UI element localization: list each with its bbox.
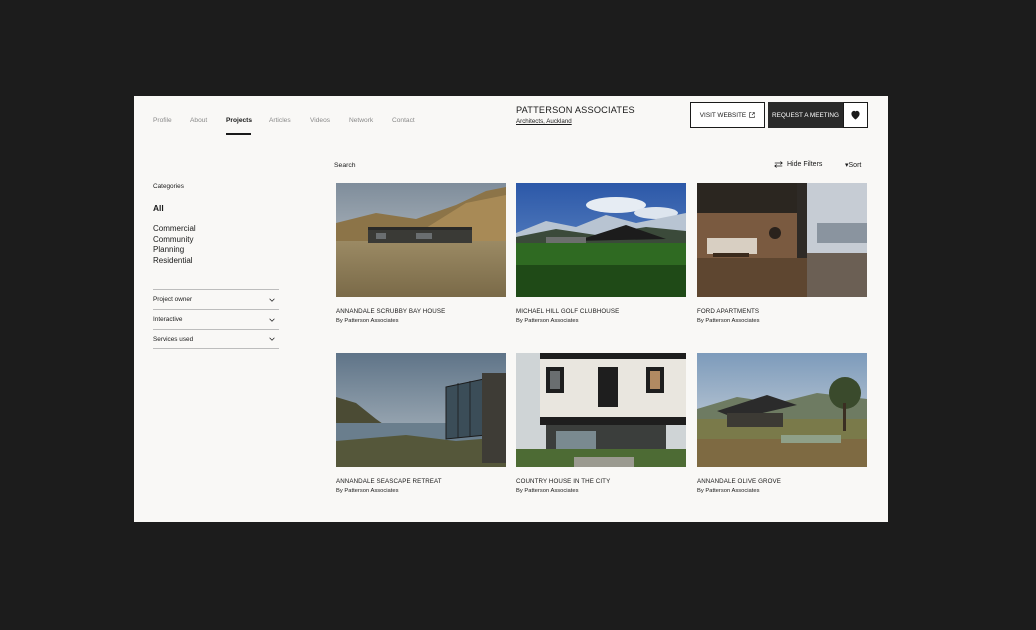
category-residential[interactable]: Residential <box>153 256 196 267</box>
category-community[interactable]: Community <box>153 235 196 246</box>
filter-interactive[interactable]: Interactive <box>153 309 279 329</box>
visit-website-label: VISIT WEBSITE <box>699 111 747 119</box>
favourite-button[interactable] <box>843 102 868 128</box>
project-card[interactable]: ANNANDALE SEASCAPE RETREAT By Patterson … <box>336 353 506 494</box>
nav-projects[interactable]: Projects <box>226 117 252 124</box>
filter-services-used[interactable]: Services used <box>153 329 279 349</box>
project-author: By Patterson Associates <box>336 488 399 494</box>
hide-filters-button[interactable]: Hide Filters <box>774 161 822 168</box>
project-image <box>336 183 506 297</box>
chevron-down-icon <box>269 337 275 341</box>
project-image <box>697 183 867 297</box>
category-list: Commercial Community Planning Residentia… <box>153 224 196 266</box>
filter-label: Interactive <box>153 316 183 323</box>
hide-filters-label: Hide Filters <box>787 161 823 168</box>
project-card[interactable]: COUNTRY HOUSE IN THE CITY By Patterson A… <box>516 353 686 494</box>
project-card[interactable]: ANNANDALE SCRUBBY BAY HOUSE By Patterson… <box>336 183 506 324</box>
categories-heading: Categories <box>153 183 184 190</box>
project-image <box>336 353 506 467</box>
project-title: MICHAEL HILL GOLF CLUBHOUSE <box>516 308 620 315</box>
chevron-down-icon <box>269 298 275 302</box>
category-all[interactable]: All <box>153 203 164 213</box>
nav-profile[interactable]: Profile <box>153 117 172 124</box>
heart-icon <box>851 110 860 120</box>
external-link-icon <box>749 112 755 118</box>
category-commercial[interactable]: Commercial <box>153 224 196 235</box>
profile-page: Profile About Projects Articles Videos N… <box>134 96 888 522</box>
project-image <box>516 183 686 297</box>
project-image <box>697 353 867 467</box>
brand-name: PATTERSON ASSOCIATES <box>516 105 635 115</box>
nav-about[interactable]: About <box>190 117 207 124</box>
category-planning[interactable]: Planning <box>153 245 196 256</box>
swap-arrows-icon <box>774 161 783 168</box>
project-title: ANNANDALE SEASCAPE RETREAT <box>336 478 442 485</box>
project-title: ANNANDALE OLIVE GROVE <box>697 478 781 485</box>
project-card[interactable]: ANNANDALE OLIVE GROVE By Patterson Assoc… <box>697 353 867 494</box>
brand-block: PATTERSON ASSOCIATES Architects, Aucklan… <box>516 105 635 125</box>
search-field[interactable]: Search <box>334 162 356 169</box>
filter-label: Project owner <box>153 296 193 303</box>
project-title: COUNTRY HOUSE IN THE CITY <box>516 478 611 485</box>
project-author: By Patterson Associates <box>697 488 760 494</box>
nav-network[interactable]: Network <box>349 117 373 124</box>
project-author: By Patterson Associates <box>516 488 579 494</box>
nav-videos[interactable]: Videos <box>310 117 330 124</box>
filter-label: Services used <box>153 335 194 343</box>
project-card[interactable]: MICHAEL HILL GOLF CLUBHOUSE By Patterson… <box>516 183 686 324</box>
filter-project-owner[interactable]: Project owner <box>153 289 279 309</box>
project-image <box>516 353 686 467</box>
request-meeting-button[interactable]: REQUEST A MEETING <box>768 102 843 128</box>
chevron-down-icon <box>269 318 275 322</box>
project-title: FORD APARTMENTS <box>697 308 760 315</box>
filter-accordion: Project owner Interactive Services used <box>153 289 279 349</box>
project-card[interactable]: FORD APARTMENTS By Patterson Associates <box>697 183 867 324</box>
nav-articles[interactable]: Articles <box>269 117 291 124</box>
brand-location-link[interactable]: Architects, Auckland <box>516 118 635 125</box>
project-author: By Patterson Associates <box>336 318 399 324</box>
sort-button[interactable]: ▾Sort <box>845 161 861 169</box>
project-author: By Patterson Associates <box>697 318 760 324</box>
visit-website-button[interactable]: VISIT WEBSITE <box>690 102 765 128</box>
project-title: ANNANDALE SCRUBBY BAY HOUSE <box>336 308 446 315</box>
project-author: By Patterson Associates <box>516 318 579 324</box>
nav-active-indicator <box>226 133 251 135</box>
nav-contact[interactable]: Contact <box>392 117 415 124</box>
